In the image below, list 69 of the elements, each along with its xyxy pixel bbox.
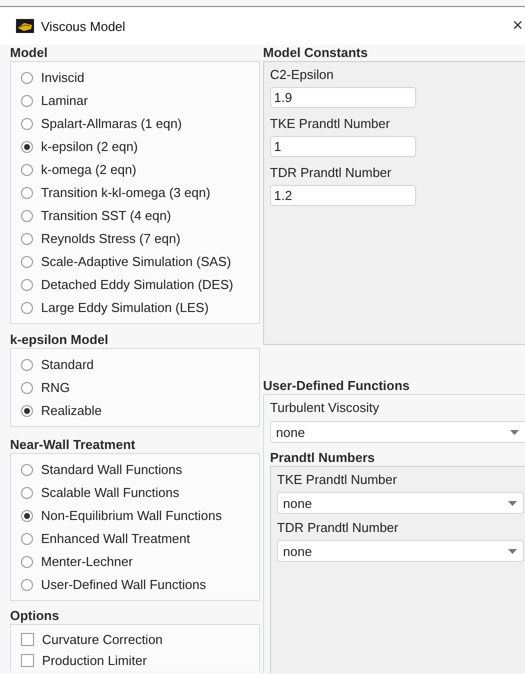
close-button[interactable]: × — [512, 15, 523, 35]
radio-label[interactable]: Laminar — [41, 93, 88, 108]
checkbox[interactable] — [21, 633, 34, 646]
input-field[interactable]: 1.9 — [270, 87, 416, 108]
radio-label[interactable]: k-omega (2 eqn) — [41, 162, 136, 177]
radio-label[interactable]: Enhanced Wall Treatment — [41, 531, 190, 546]
radio-button[interactable] — [21, 510, 33, 522]
dropdown-arrow-icon — [508, 500, 517, 506]
checkbox-label[interactable]: Production Limiter — [42, 653, 147, 668]
radio-button[interactable] — [21, 164, 33, 176]
radio-button[interactable] — [21, 140, 33, 152]
radio-button[interactable] — [21, 358, 33, 370]
checkbox[interactable] — [21, 654, 34, 667]
field-label: TDR Prandtl Number — [270, 165, 392, 181]
radio-button[interactable] — [21, 232, 33, 244]
field-label: C2-Epsilon — [270, 67, 335, 83]
radio-button[interactable] — [21, 118, 33, 130]
section-title: Model — [10, 45, 49, 61]
dropdown-arrow-icon — [510, 430, 519, 434]
field-label: Turbulent Viscosity — [270, 400, 380, 416]
input-field[interactable]: 1.2 — [270, 185, 416, 206]
radio-label[interactable]: RNG — [41, 380, 70, 395]
radio-button[interactable] — [21, 382, 33, 394]
field-label: TDR Prandtl Number — [277, 520, 400, 536]
radio-label[interactable]: Inviscid — [41, 70, 84, 85]
checkbox-label[interactable]: Curvature Correction — [42, 632, 163, 647]
radio-label[interactable]: Reynolds Stress (7 eqn) — [41, 231, 180, 246]
input-field[interactable]: 1 — [270, 136, 416, 157]
radio-label[interactable]: Detached Eddy Simulation (DES) — [41, 277, 234, 292]
radio-label[interactable]: Transition k-kl-omega (3 eqn) — [41, 185, 210, 200]
section-title: User-Defined Functions — [263, 378, 411, 394]
radio-label[interactable]: Scale-Adaptive Simulation (SAS) — [41, 254, 232, 269]
radio-button[interactable] — [21, 186, 33, 198]
dropdown[interactable]: none — [277, 540, 524, 562]
field-label: TKE Prandtl Number — [277, 472, 398, 488]
section-title: k-epsilon Model — [10, 332, 110, 348]
radio-label[interactable]: User-Defined Wall Functions — [41, 577, 206, 592]
dropdown-arrow-icon — [508, 548, 517, 554]
radio-button[interactable] — [21, 256, 33, 268]
dropdown[interactable]: none — [270, 421, 525, 443]
radio-button[interactable] — [21, 532, 33, 544]
radio-label[interactable]: Scalable Wall Functions — [41, 485, 180, 500]
radio-label[interactable]: Transition SST (4 eqn) — [41, 208, 172, 223]
section-title: Near-Wall Treatment — [10, 437, 136, 453]
radio-label[interactable]: k-epsilon (2 eqn) — [41, 139, 138, 154]
radio-button[interactable] — [21, 94, 33, 106]
window-title: Viscous Model — [41, 18, 126, 34]
radio-button[interactable] — [21, 556, 33, 568]
radio-label[interactable]: Standard — [41, 357, 94, 372]
radio-button[interactable] — [21, 464, 33, 476]
radio-label[interactable]: Standard Wall Functions — [41, 462, 182, 477]
radio-button[interactable] — [21, 210, 33, 222]
radio-label[interactable]: Spalart-Allmaras (1 eqn) — [41, 116, 182, 131]
field-label: TKE Prandtl Number — [270, 116, 391, 132]
radio-label[interactable]: Menter-Lechner — [41, 554, 133, 569]
radio-label[interactable]: Realizable — [41, 403, 102, 418]
radio-button[interactable] — [21, 578, 33, 590]
section-title: Model Constants — [263, 45, 369, 61]
section-title: Prandtl Numbers — [270, 450, 376, 466]
section-title: Options — [10, 608, 60, 624]
dropdown[interactable]: none — [277, 492, 524, 514]
radio-button[interactable] — [21, 278, 33, 290]
radio-label[interactable]: Non-Equilibrium Wall Functions — [41, 508, 222, 523]
radio-button[interactable] — [21, 302, 33, 314]
radio-button[interactable] — [21, 72, 33, 84]
radio-label[interactable]: Large Eddy Simulation (LES) — [41, 300, 209, 315]
radio-button[interactable] — [21, 404, 33, 416]
app-icon — [16, 19, 34, 33]
radio-button[interactable] — [21, 486, 33, 498]
